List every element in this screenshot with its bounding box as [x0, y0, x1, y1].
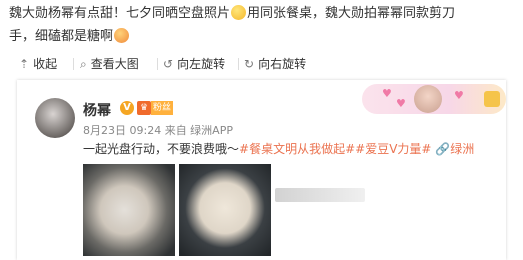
blurred-area [275, 188, 365, 202]
vip-badge-icon: ♛ [137, 101, 151, 115]
collapse-arrow-icon: ⇡ [19, 57, 30, 71]
username[interactable]: 杨幂 [83, 100, 111, 120]
heart-icon: ♥ [454, 89, 464, 102]
link-icon: 🔗 [435, 142, 451, 156]
rotate-left-label: 向左旋转 [177, 57, 226, 71]
shy-emoji-icon [114, 28, 130, 43]
food-plate-photo[interactable] [83, 164, 175, 256]
collapse-button[interactable]: ⇡ 收起 [19, 53, 57, 75]
view-large-button[interactable]: ⌕ 查看大图 [80, 53, 139, 75]
post-text-part3: 手，细磕都是糖啊 [9, 29, 114, 44]
post-text: 魏大勋杨幂有点甜！七夕同晒空盘照片 用同张餐桌，魏大勋拍幂幂同款剪刀 手，细磕都是… [9, 2, 514, 48]
fan-badge: 粉丝 [151, 101, 174, 115]
view-large-label: 查看大图 [90, 57, 139, 71]
embedded-post-image[interactable]: ♥ ♥ ♥ 杨幂 V ♛ 粉丝 8月23日 09:24 来自 绿洲APP 一起光… [17, 80, 506, 260]
post-text-part1: 魏大勋杨幂有点甜！七夕同晒空盘照片 [9, 6, 231, 21]
heart-icon: ♥ [396, 97, 406, 110]
toolbar-divider [238, 58, 239, 70]
hashtag-link[interactable]: #爱豆V力量# [355, 142, 431, 156]
caption-text: 一起光盘行动，不要浪费哦～ [83, 142, 240, 156]
verified-badge: V [120, 101, 134, 115]
search-icon: ⌕ [80, 57, 87, 71]
toolbar-divider [73, 58, 74, 70]
toolbar-divider [157, 58, 158, 70]
rotate-right-icon: ↻ [244, 57, 255, 71]
collapse-label: 收起 [33, 57, 58, 71]
rotate-right-label: 向右旋转 [258, 57, 307, 71]
image-toolbar: ⇡ 收起 ⌕ 查看大图 ↺ 向左旋转 ↻ 向右旋转 [0, 53, 523, 75]
empty-bowl-photo[interactable] [179, 164, 271, 256]
oasis-link[interactable]: 绿洲 [450, 142, 474, 156]
heart-icon: ♥ [382, 87, 392, 100]
decor-banner: ♥ ♥ ♥ [362, 84, 506, 114]
post-meta: 8月23日 09:24 来自 绿洲APP [83, 124, 233, 137]
post-text-part2: 用同张餐桌，魏大勋拍幂幂同款剪刀 [247, 6, 456, 21]
banner-badge-icon [484, 91, 500, 107]
rotate-left-icon: ↺ [163, 57, 174, 71]
rotate-left-button[interactable]: ↺ 向左旋转 [163, 53, 225, 75]
post-caption: 一起光盘行动，不要浪费哦～#餐桌文明从我做起##爱豆V力量# 🔗绿洲 [83, 140, 474, 157]
banner-portrait [414, 85, 442, 113]
rotate-right-button[interactable]: ↻ 向右旋转 [244, 53, 306, 75]
avatar[interactable] [35, 98, 75, 138]
hashtag-link[interactable]: #餐桌文明从我做起# [239, 142, 355, 156]
awkward-emoji-icon [231, 5, 247, 20]
